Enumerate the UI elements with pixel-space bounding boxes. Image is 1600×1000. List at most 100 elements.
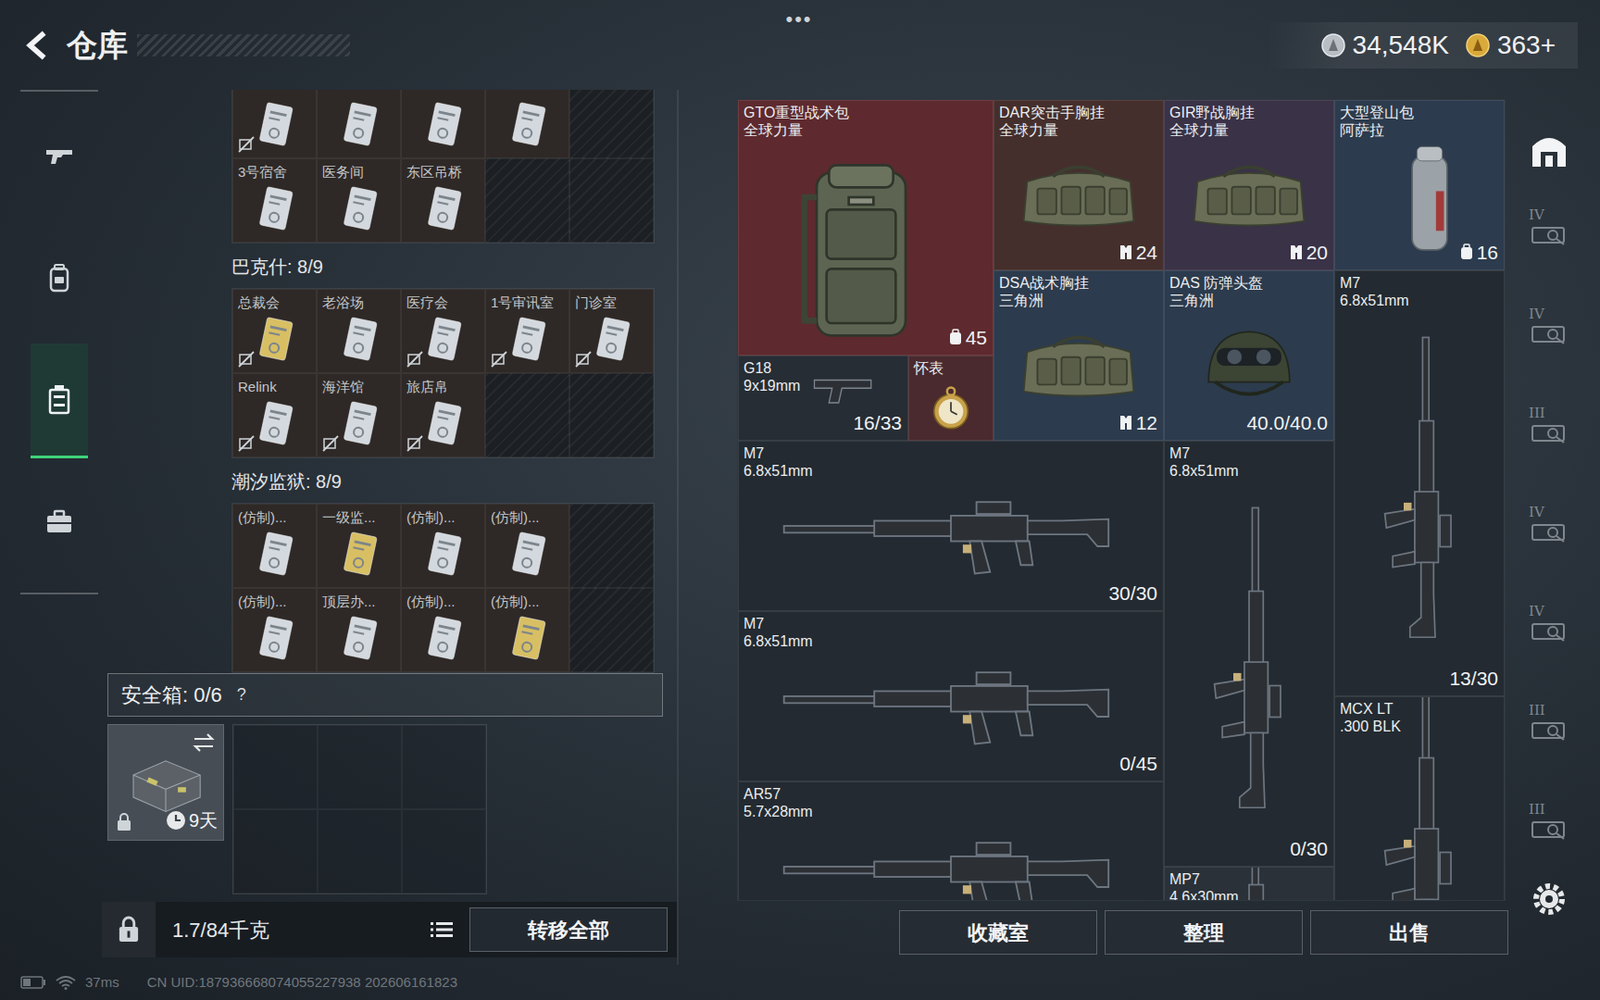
back-button[interactable]: [20, 27, 56, 63]
key-label: 医疗会: [406, 292, 449, 314]
currency[interactable]: 363+: [1465, 25, 1573, 65]
filter-rail: IVIVIIIIVIVIIIIII: [1520, 89, 1578, 965]
safe-box: 安全箱: 0/6?9天: [107, 673, 663, 895]
empty-slot[interactable]: [317, 725, 402, 810]
inventory-item[interactable]: M76.8x51mm0/30: [1163, 440, 1335, 867]
inventory-item[interactable]: MCX LT.300 BLK: [1334, 696, 1505, 901]
help-button[interactable]: ?: [229, 683, 254, 708]
key-card[interactable]: [485, 89, 570, 159]
empty-slot[interactable]: [401, 809, 487, 894]
inventory-item[interactable]: 大型登山包阿萨拉16: [1334, 100, 1505, 271]
key-card[interactable]: (仿制)...: [400, 503, 486, 588]
storage-icon: [42, 383, 76, 417]
filter-tab[interactable]: IV: [1523, 177, 1575, 277]
key-card[interactable]: 医务间: [316, 158, 401, 243]
key-card[interactable]: 3号宿舍: [232, 158, 317, 243]
key-card[interactable]: (仿制)...: [232, 503, 317, 588]
settings-button[interactable]: [1525, 875, 1573, 923]
count-value: 45: [965, 323, 988, 353]
key-card[interactable]: (仿制)...: [400, 587, 486, 673]
inventory-item[interactable]: 怀表: [908, 355, 994, 441]
empty-slot[interactable]: [401, 725, 487, 810]
empty-slot[interactable]: [233, 725, 318, 810]
key-card[interactable]: 一级监...: [316, 503, 401, 588]
item-name: DSA战术胸挂: [999, 275, 1163, 293]
key-card[interactable]: Relink: [232, 373, 317, 458]
inventory-item[interactable]: GIR野战胸挂全球力量20: [1163, 100, 1335, 271]
inventory-item[interactable]: DAR突击手胸挂全球力量24: [993, 100, 1164, 271]
inventory-item[interactable]: M76.8x51mm30/30: [737, 440, 1164, 612]
keycard-icon: [508, 313, 550, 366]
empty-slot[interactable]: [233, 809, 318, 894]
unavailable-icon: [237, 435, 255, 452]
sidebar: [20, 89, 99, 595]
count-value: 16/33: [852, 408, 902, 438]
action-button[interactable]: 整理: [1104, 910, 1303, 955]
filter-tab[interactable]: IV: [1523, 475, 1575, 575]
keycard-icon: [424, 528, 465, 581]
swap-icon: [191, 732, 216, 753]
empty-slot[interactable]: [317, 809, 402, 894]
key-card[interactable]: 总裁会: [232, 288, 317, 374]
currency-group: 34,548K363+: [812, 22, 1578, 69]
key-label: 1号审讯室: [490, 292, 554, 314]
sidebar-item[interactable]: [30, 465, 88, 581]
item-count: 30/30: [1108, 578, 1158, 609]
action-button[interactable]: 收藏室: [899, 910, 1098, 955]
inventory-item[interactable]: GTO重型战术包全球力量45: [737, 100, 994, 356]
key-label: Relink: [237, 376, 277, 399]
filter-tab[interactable]: III: [1523, 772, 1575, 872]
home-tab[interactable]: [1523, 122, 1575, 178]
watch-icon: [927, 385, 975, 432]
transfer-all-button[interactable]: 转移全部: [469, 907, 668, 952]
key-card[interactable]: 医疗会: [400, 288, 486, 374]
keycard-icon: [339, 398, 381, 450]
sidebar-item[interactable]: [30, 221, 88, 337]
key-card[interactable]: 东区吊桥: [400, 158, 486, 243]
keycard-icon: [255, 612, 297, 665]
filter-tab[interactable]: III: [1523, 673, 1575, 773]
key-card[interactable]: 顶层办...: [316, 587, 401, 673]
inventory-item[interactable]: DSA战术胸挂三角洲12: [993, 270, 1164, 441]
storage-grid[interactable]: GTO重型战术包全球力量45DAR突击手胸挂全球力量24GIR野战胸挂全球力量2…: [737, 99, 1506, 901]
key-card[interactable]: [400, 89, 486, 159]
key-card[interactable]: [316, 89, 401, 159]
key-list[interactable]: 3号宿舍医务间东区吊桥巴克什: 8/9总裁会老浴场医疗会1号审讯室门诊室Reli…: [101, 89, 677, 674]
key-card[interactable]: 1号审讯室: [485, 288, 570, 374]
key-card[interactable]: 海洋馆: [316, 373, 401, 458]
action-button[interactable]: 出售: [1310, 910, 1509, 955]
inventory-item[interactable]: G189x19mm16/33: [737, 355, 909, 441]
sidebar-item[interactable]: [30, 99, 88, 214]
filter-tab[interactable]: IV: [1523, 276, 1575, 376]
inventory-item[interactable]: DAS 防弹头盔三角洲40.0/40.0: [1163, 270, 1335, 441]
key-card[interactable]: 老浴场: [316, 288, 401, 374]
key-card[interactable]: 旅店帛: [400, 373, 486, 458]
key-card[interactable]: (仿制)...: [485, 503, 570, 588]
key-card[interactable]: (仿制)...: [485, 587, 570, 673]
key-card[interactable]: (仿制)...: [232, 587, 317, 673]
sidebar-item[interactable]: [30, 343, 88, 459]
inventory-item[interactable]: M76.8x51mm13/30: [1334, 270, 1505, 697]
currency[interactable]: 34,548K: [1321, 25, 1466, 65]
more-menu[interactable]: •••: [785, 3, 813, 35]
inventory-item[interactable]: M76.8x51mm0/45: [737, 611, 1164, 782]
keycard-icon: [592, 313, 634, 366]
user-id: CN UID:187936668074055227938 20260616182…: [147, 972, 458, 994]
filter-tab[interactable]: III: [1523, 375, 1575, 475]
backpack-icon: [42, 261, 76, 295]
count-value: 0/30: [1289, 834, 1328, 864]
inventory-item[interactable]: AR575.7x28mm: [737, 781, 1164, 901]
key-card[interactable]: 门诊室: [569, 288, 654, 374]
warehouse-screen: 仓库•••34,548K363+ 3号宿舍医务间东区吊桥巴克什: 8/9总裁会老…: [0, 0, 1600, 1000]
filter-tab[interactable]: IV: [1523, 574, 1575, 674]
key-label: (仿制)...: [237, 507, 288, 529]
key-section: 巴克什: 8/9总裁会老浴场医疗会1号审讯室门诊室Relink海洋馆旅店帛: [231, 243, 677, 459]
key-card[interactable]: [232, 89, 317, 159]
main-area: 3号宿舍医务间东区吊桥巴克什: 8/9总裁会老浴场医疗会1号审讯室门诊室Reli…: [0, 89, 1600, 965]
list-button[interactable]: [425, 915, 459, 944]
safe-case-icon: [125, 752, 207, 818]
empty-slot: [485, 158, 570, 243]
tier-label: IV: [1528, 208, 1545, 223]
safe-box-slot[interactable]: 9天: [107, 724, 225, 841]
inventory-item[interactable]: MP74.6x30mm: [1163, 866, 1335, 901]
